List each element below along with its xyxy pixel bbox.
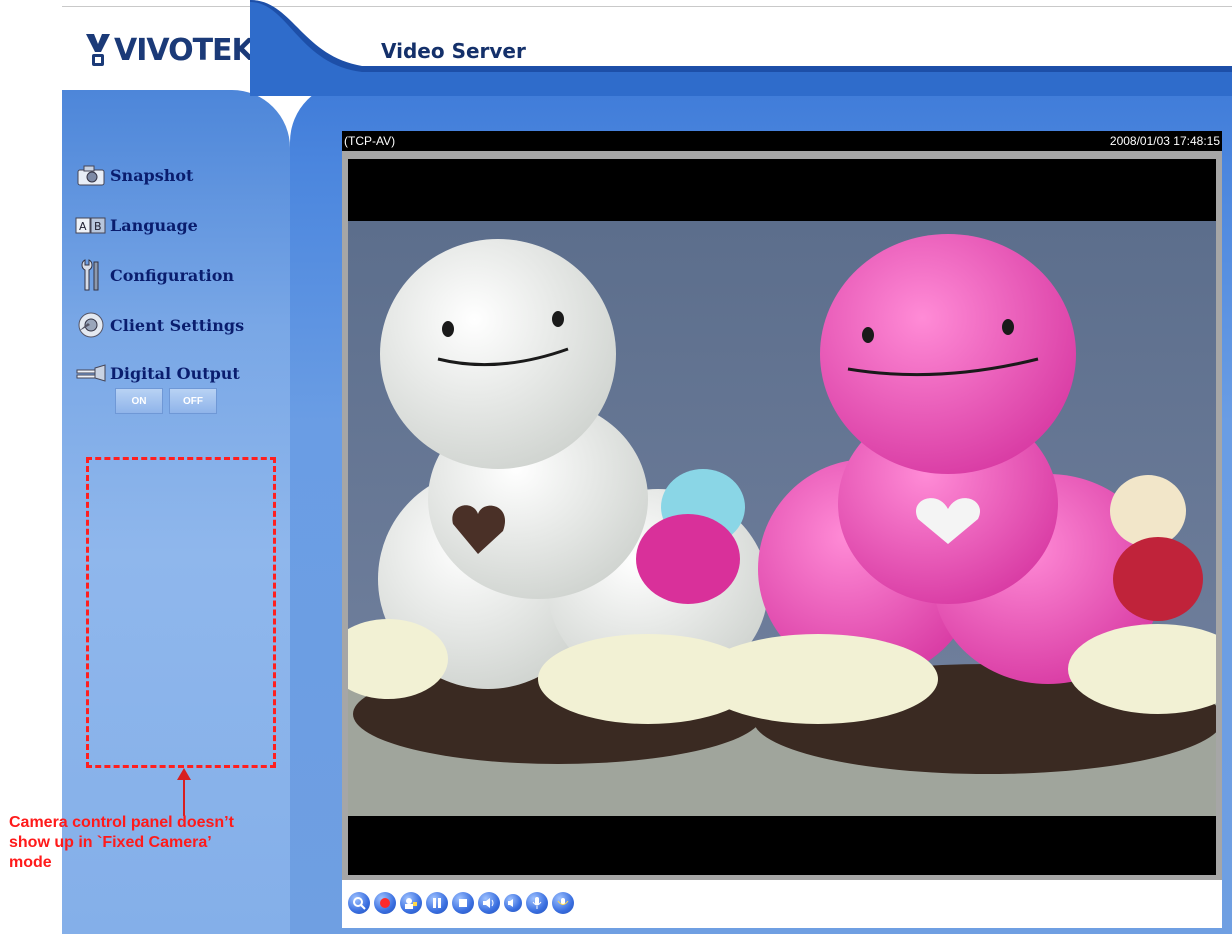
video-title-bar: (TCP-AV) 2008/01/03 17:48:15 — [342, 131, 1222, 151]
vivotek-logo-mark-icon — [84, 32, 112, 68]
sidebar-item-label: Digital Output — [110, 363, 240, 383]
sidebar-item-client-settings[interactable]: Client Settings — [72, 310, 244, 340]
annotation-line: mode — [9, 854, 52, 871]
camera-control-placeholder — [86, 457, 276, 768]
annotation-text: Camera control panel doesn’t show up in … — [9, 813, 369, 873]
microphone-icon[interactable] — [552, 892, 574, 914]
digital-output-buttons: ON OFF — [115, 388, 217, 414]
tools-icon — [72, 259, 110, 291]
toolbar-buttons — [348, 892, 574, 914]
page-title: Video Server — [381, 39, 526, 63]
annotation-line: show up in `Fixed Camera’ — [9, 834, 212, 851]
svg-text:B: B — [94, 220, 102, 233]
vivotek-logo: VIVOTEK — [84, 28, 255, 72]
digital-output-off-button[interactable]: OFF — [169, 388, 217, 414]
video-panel: (TCP-AV) 2008/01/03 17:48:15 — [342, 131, 1222, 928]
digital-output-icon — [72, 358, 110, 388]
client-settings-icon — [72, 310, 110, 340]
sidebar-item-label: Configuration — [110, 265, 235, 285]
pause-icon[interactable] — [426, 892, 448, 914]
language-ab-icon: A B — [72, 210, 110, 240]
protocol-label: (TCP-AV) — [344, 134, 396, 148]
sidebar-item-language[interactable]: A B Language — [72, 210, 198, 240]
video-toolbar — [342, 880, 1222, 928]
sidebar-item-digital-output[interactable]: Digital Output — [72, 358, 240, 388]
sidebar-item-configuration[interactable]: Configuration — [72, 259, 235, 291]
video-stream[interactable] — [348, 159, 1216, 875]
svg-text:A: A — [79, 220, 87, 233]
zoom-icon[interactable] — [348, 892, 370, 914]
annotation-line: Camera control panel doesn’t — [9, 814, 234, 831]
timestamp-label: 2008/01/03 17:48:15 — [1109, 134, 1220, 148]
logo-text: VIVOTEK — [114, 32, 255, 68]
sidebar-item-label: Snapshot — [110, 165, 194, 185]
sidebar-item-snapshot[interactable]: Snapshot — [72, 160, 193, 190]
record-icon[interactable] — [374, 892, 396, 914]
stop-icon[interactable] — [452, 892, 474, 914]
volume-icon[interactable] — [478, 892, 500, 914]
video-scene-image — [348, 159, 1216, 875]
camera-icon — [72, 160, 110, 190]
talk-icon[interactable] — [526, 892, 548, 914]
sidebar-item-label: Language — [110, 215, 198, 235]
digital-output-on-button[interactable]: ON — [115, 388, 163, 414]
annotation-arrow-icon — [177, 768, 191, 780]
sidebar-item-label: Client Settings — [110, 315, 245, 335]
snapshot-person-icon[interactable] — [400, 892, 422, 914]
mute-icon[interactable] — [504, 894, 522, 912]
